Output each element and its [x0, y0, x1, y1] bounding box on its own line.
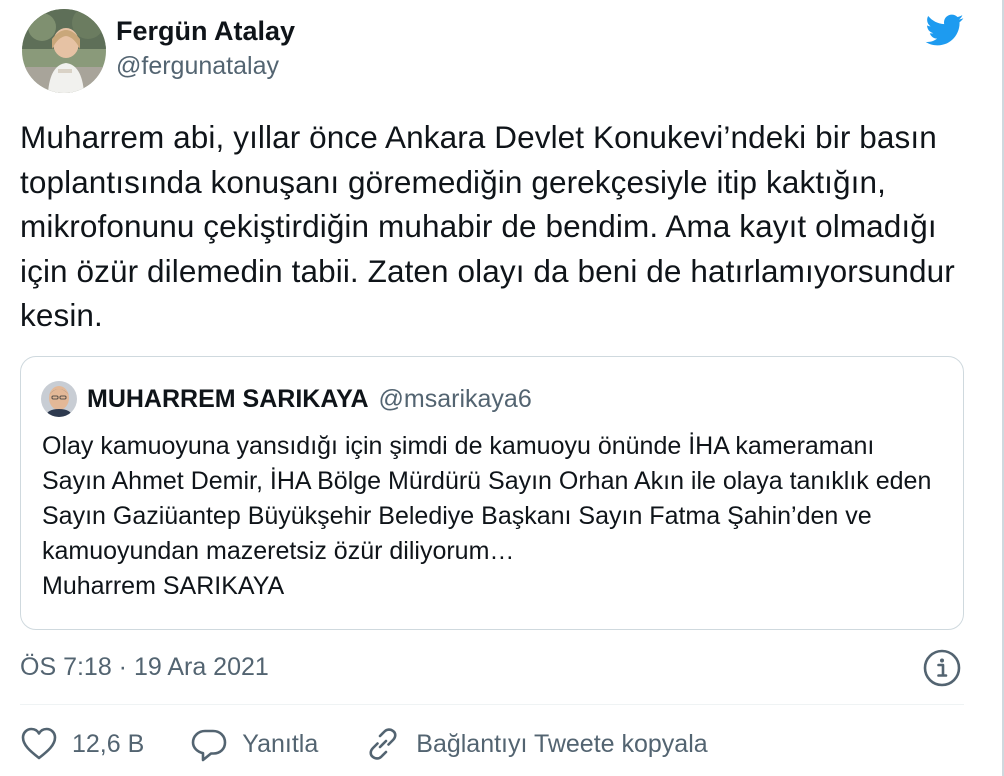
tweet-actions: 12,6 B Yanıtla Bağlantıyı Tweete kopyala [20, 722, 754, 766]
copy-link-button[interactable]: Bağlantıyı Tweete kopyala [364, 725, 708, 763]
heart-icon [21, 727, 57, 760]
author-avatar[interactable] [22, 9, 106, 93]
copy-link-label: Bağlantıyı Tweete kopyala [416, 729, 708, 758]
reply-label: Yanıtla [242, 729, 319, 758]
quoted-author-avatar [41, 381, 77, 417]
like-button[interactable]: 12,6 B [20, 725, 144, 763]
author-names: Fergün Atalay @fergunatalay [116, 13, 295, 83]
reply-button[interactable]: Yanıtla [190, 725, 318, 763]
twitter-bird-icon[interactable] [920, 10, 968, 50]
author-handle[interactable]: @fergunatalay [116, 49, 295, 83]
reply-bubble-icon [191, 729, 227, 762]
divider [20, 704, 964, 705]
tweet-card: Fergün Atalay @fergunatalay Muharrem abi… [0, 0, 1004, 776]
link-icon [369, 728, 397, 760]
tweet-header: Fergün Atalay @fergunatalay [22, 6, 295, 96]
tweet-text: Muharrem abi, yıllar önce Ankara Devlet … [20, 119, 955, 333]
quoted-tweet-header: MUHARREM SARIKAYA @msarikaya6 [41, 381, 532, 417]
quoted-tweet-text: Olay kamuoyuna yansıdığı için şimdi de k… [42, 432, 932, 600]
quoted-author-display-name: MUHARREM SARIKAYA [87, 384, 369, 413]
tweet-timestamp[interactable]: ÖS 7:18 · 19 Ara 2021 [20, 650, 269, 684]
author-display-name[interactable]: Fergün Atalay [116, 13, 295, 49]
info-icon[interactable] [922, 648, 962, 688]
quoted-author-handle: @msarikaya6 [378, 384, 532, 413]
like-count: 12,6 B [72, 729, 145, 758]
quoted-tweet[interactable]: MUHARREM SARIKAYA @msarikaya6 Olay kamuo… [20, 356, 964, 630]
